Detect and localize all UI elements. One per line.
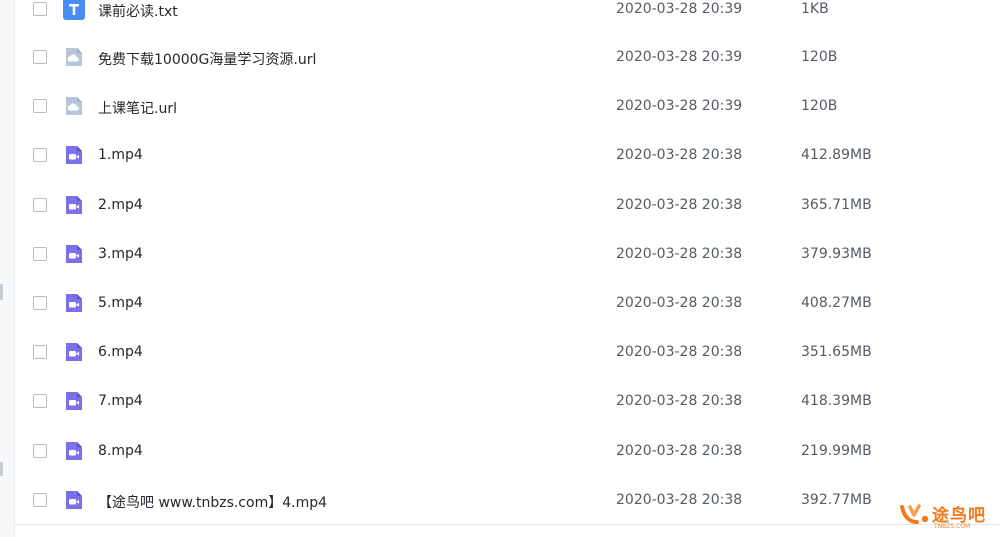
list-bottom-divider [14,524,1000,525]
file-row[interactable]: 【途鸟吧 www.tnbzs.com】4.mp4 2020-03-28 20:3… [15,475,1000,524]
row-checkbox[interactable] [33,246,47,261]
file-size: 392.77MB [801,491,872,508]
file-name[interactable]: 课前必读.txt [98,1,178,21]
file-size: 219.99MB [801,442,872,459]
file-list: 课前必读.txt 2020-03-28 20:39 1KB 免费下载10000G… [14,0,1000,537]
file-date: 2020-03-28 20:39 [616,98,743,115]
file-date: 2020-03-28 20:38 [616,442,743,459]
file-size: 418.39MB [801,393,872,410]
row-checkbox[interactable] [33,148,47,163]
watermark-subtext: TNBZS.COM [934,523,971,530]
file-row[interactable]: 5.mp4 2020-03-28 20:38 408.27MB [15,278,1000,327]
file-name[interactable]: 6.mp4 [98,344,143,360]
file-name[interactable]: 2.mp4 [98,197,143,213]
file-row[interactable]: 3.mp4 2020-03-28 20:38 379.93MB [15,229,1000,278]
file-row[interactable]: 6.mp4 2020-03-28 20:38 351.65MB [15,327,1000,376]
file-size: 1KB [801,1,829,17]
row-checkbox[interactable] [33,295,47,310]
file-date: 2020-03-28 20:39 [616,1,743,17]
file-date: 2020-03-28 20:38 [616,491,743,508]
file-row[interactable]: 免费下载10000G海量学习资源.url 2020-03-28 20:39 12… [15,32,1000,81]
file-date: 2020-03-28 20:39 [616,49,743,65]
video-file-icon [63,243,85,265]
file-row[interactable]: 1.mp4 2020-03-28 20:38 412.89MB [15,130,1000,179]
scroll-marker [0,284,3,300]
file-row[interactable]: 2.mp4 2020-03-28 20:38 365.71MB [15,180,1000,229]
video-file-icon [63,489,85,511]
file-size: 408.27MB [801,294,872,311]
row-checkbox[interactable] [33,345,47,360]
file-name[interactable]: 【途鸟吧 www.tnbzs.com】4.mp4 [98,492,327,512]
file-name[interactable]: 7.mp4 [98,393,143,409]
file-size: 379.93MB [801,245,872,262]
file-name[interactable]: 免费下载10000G海量学习资源.url [98,49,316,69]
link-file-icon [63,46,85,68]
file-name[interactable]: 5.mp4 [98,295,143,311]
file-size: 120B [801,98,838,115]
file-row[interactable]: 8.mp4 2020-03-28 20:38 219.99MB [15,426,1000,475]
left-panel-edge [0,0,14,537]
video-file-icon [63,440,85,462]
file-name[interactable]: 1.mp4 [98,147,143,163]
video-file-icon [63,144,85,166]
scroll-marker [0,462,3,476]
file-size: 412.89MB [801,147,872,164]
file-name[interactable]: 8.mp4 [98,443,143,459]
file-name[interactable]: 3.mp4 [98,246,143,262]
file-date: 2020-03-28 20:38 [616,147,743,164]
row-checkbox[interactable] [33,443,47,458]
file-date: 2020-03-28 20:38 [616,344,743,361]
file-name[interactable]: 上课笔记.url [98,98,177,118]
video-file-icon [63,390,85,412]
txt-file-icon [63,0,85,20]
row-checkbox[interactable] [33,2,47,16]
file-row[interactable]: 上课笔记.url 2020-03-28 20:39 120B [15,81,1000,130]
file-date: 2020-03-28 20:38 [616,196,743,213]
watermark: 途鸟吧 TNBZS.COM [896,499,992,533]
file-date: 2020-03-28 20:38 [616,245,743,262]
file-date: 2020-03-28 20:38 [616,393,743,410]
row-checkbox[interactable] [33,492,47,507]
row-checkbox[interactable] [33,197,47,212]
row-checkbox[interactable] [33,99,47,114]
file-size: 351.65MB [801,344,872,361]
file-size: 120B [801,49,838,65]
file-size: 365.71MB [801,196,872,213]
row-checkbox[interactable] [33,50,47,64]
file-date: 2020-03-28 20:38 [616,294,743,311]
watermark-logo-icon [898,501,932,531]
video-file-icon [63,341,85,363]
link-file-icon [63,95,85,117]
video-file-icon [63,194,85,216]
video-file-icon [63,292,85,314]
row-checkbox[interactable] [33,394,47,409]
file-row[interactable]: 7.mp4 2020-03-28 20:38 418.39MB [15,376,1000,425]
file-row[interactable]: 课前必读.txt 2020-03-28 20:39 1KB [15,0,1000,32]
